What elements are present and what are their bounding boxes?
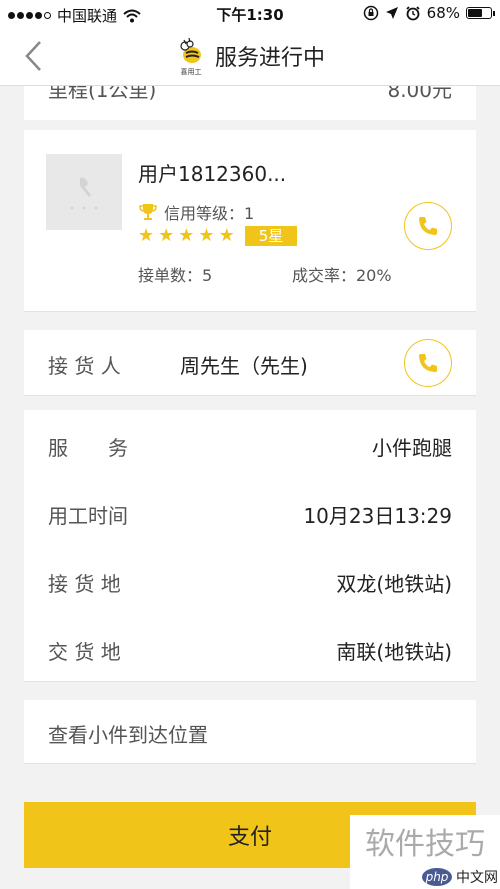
- battery-percent: 68%: [426, 4, 460, 22]
- detail-label: 服 务: [48, 436, 128, 460]
- phone-icon: [419, 354, 437, 372]
- star-icon: ★: [138, 225, 155, 246]
- star-rating: ★ ★ ★ ★ ★ 5星: [138, 225, 298, 246]
- detail-value: 双龙(地铁站): [336, 572, 452, 596]
- status-right: 68%: [363, 4, 495, 22]
- fee-label: 里程(1公里): [48, 86, 157, 102]
- detail-value: 南联(地铁站): [336, 640, 452, 664]
- star-icon: ★: [198, 225, 215, 246]
- detail-row-time: 用工时间 10月23日13:29: [24, 478, 476, 546]
- watermark-site: 中文网: [456, 870, 498, 886]
- receiver-card: 接 货 人 周先生（先生): [24, 330, 476, 396]
- detail-label: 用工时间: [48, 504, 128, 528]
- detail-value: 小件跑腿: [372, 436, 452, 460]
- star-badge: 5星: [244, 226, 298, 246]
- page-title: 服务进行中: [214, 46, 325, 71]
- bee-logo: 喜用工: [175, 36, 207, 76]
- credit-level: 信用等级：1: [138, 200, 254, 224]
- view-location-link[interactable]: 查看小件到达位置: [24, 700, 476, 764]
- receiver-name: 周先生（先生): [180, 354, 308, 378]
- view-location-label: 查看小件到达位置: [48, 723, 208, 747]
- status-bar: 中国联通 下午1:30 68%: [0, 0, 500, 28]
- watermark-bottom: php 中文网: [422, 867, 498, 887]
- detail-row-service: 服 务 小件跑腿: [24, 410, 476, 478]
- call-receiver-button[interactable]: [404, 339, 452, 387]
- success-rate: 成交率：20%: [292, 266, 392, 285]
- order-count: 接单数：5: [138, 266, 213, 285]
- location-arrow-icon: [385, 7, 398, 19]
- battery-icon: [466, 7, 495, 19]
- trophy-icon: [139, 204, 157, 220]
- avatar: [46, 154, 122, 230]
- orientation-lock-icon: [363, 5, 378, 21]
- worker-card: 用户1812360... 信用等级：1 ★ ★ ★ ★ ★ 5星 接单数：5 成…: [24, 130, 476, 312]
- detail-label: 交 货 地: [48, 640, 121, 664]
- alarm-icon: [406, 6, 420, 21]
- fee-row: 里程(1公里) 8.00元: [24, 86, 476, 120]
- detail-row-delivery: 交 货 地 南联(地铁站): [24, 614, 476, 682]
- watermark-top-text: 软件技巧: [365, 827, 485, 862]
- star-icon: ★: [218, 225, 235, 246]
- phone-icon: [419, 217, 437, 235]
- nav-bar: 喜用工 服务进行中: [0, 28, 500, 86]
- credit-level-label: 信用等级：1: [164, 204, 255, 223]
- detail-value: 10月23日13:29: [303, 504, 452, 528]
- order-details-card: 服 务 小件跑腿 用工时间 10月23日13:29 接 货 地 双龙(地铁站) …: [24, 410, 476, 682]
- worker-name: 用户1812360...: [138, 162, 287, 186]
- php-logo: php: [422, 868, 452, 886]
- battery-fill: [468, 9, 483, 17]
- receiver-label: 接 货 人: [48, 354, 121, 378]
- placeholder-image-icon: [70, 177, 98, 210]
- star-icon: ★: [158, 225, 175, 246]
- detail-row-pickup: 接 货 地 双龙(地铁站): [24, 546, 476, 614]
- logo-text: 喜用工: [180, 68, 202, 76]
- detail-label: 接 货 地: [48, 572, 121, 596]
- call-worker-button[interactable]: [404, 202, 452, 250]
- bee-icon: [180, 37, 201, 63]
- nav-title-group: 喜用工 服务进行中: [0, 36, 500, 76]
- watermark: 软件技巧 php 中文网: [350, 815, 500, 889]
- fee-value: 8.00元: [387, 86, 452, 102]
- star-icon: ★: [178, 225, 195, 246]
